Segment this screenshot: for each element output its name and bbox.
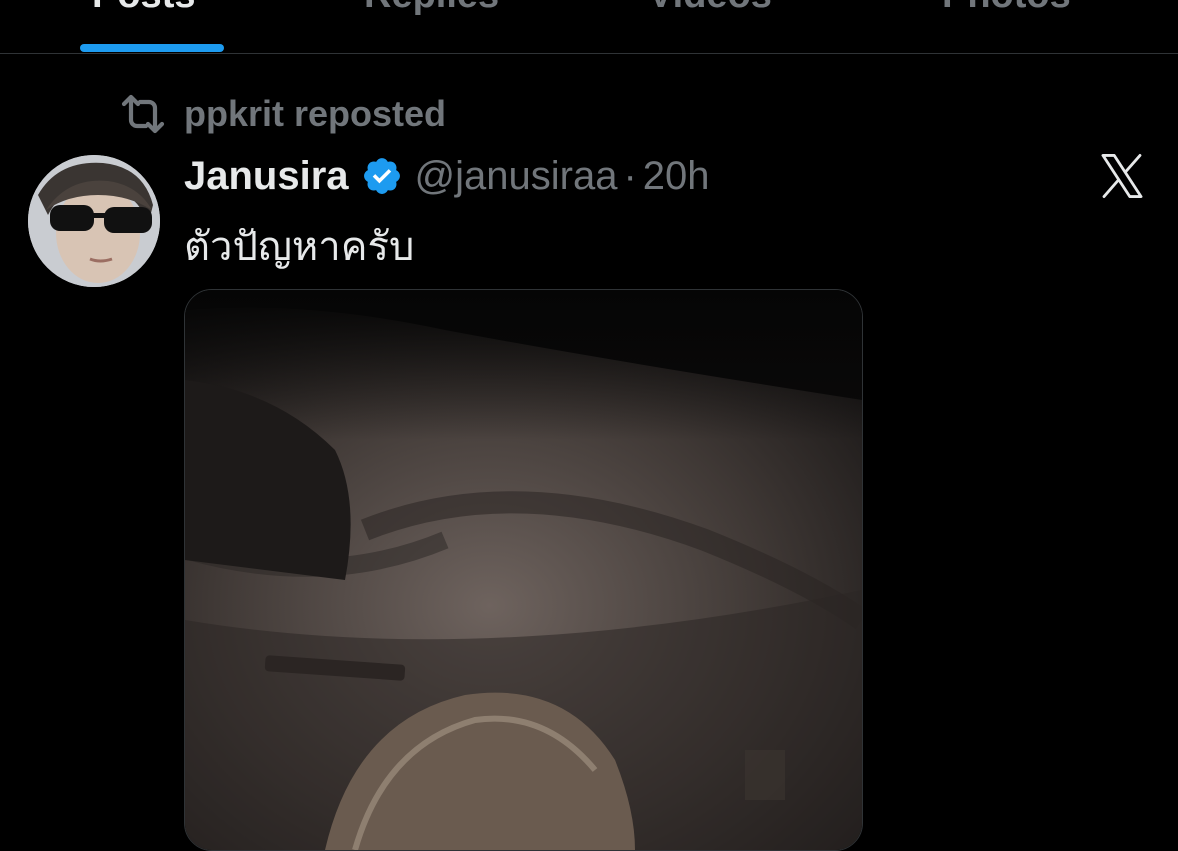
author-avatar[interactable] <box>28 155 160 287</box>
repost-icon <box>120 94 166 134</box>
author-display-name[interactable]: Janusira <box>184 154 349 199</box>
x-logo-icon[interactable] <box>1096 150 1148 202</box>
repost-label: ppkrit reposted <box>184 93 447 134</box>
post-timestamp[interactable]: 20h <box>643 154 710 199</box>
tab-videos[interactable]: Videos <box>648 0 772 17</box>
post-header: Janusira @janusiraa · 20h <box>184 148 710 204</box>
profile-tab-bar: Posts Replies Videos Photos <box>0 0 1178 54</box>
post-video-media[interactable] <box>184 289 863 851</box>
tab-replies[interactable]: Replies <box>364 0 499 17</box>
tab-photos[interactable]: Photos <box>942 0 1071 17</box>
tab-posts[interactable]: Posts <box>92 0 195 17</box>
meta-separator: · <box>623 153 637 198</box>
active-tab-indicator <box>80 44 224 52</box>
author-handle[interactable]: @janusiraa <box>415 154 618 199</box>
verified-badge-icon <box>361 155 403 197</box>
repost-context[interactable]: ppkrit reposted <box>120 92 446 136</box>
post-text: ตัวปัญหาครับ <box>184 224 415 270</box>
